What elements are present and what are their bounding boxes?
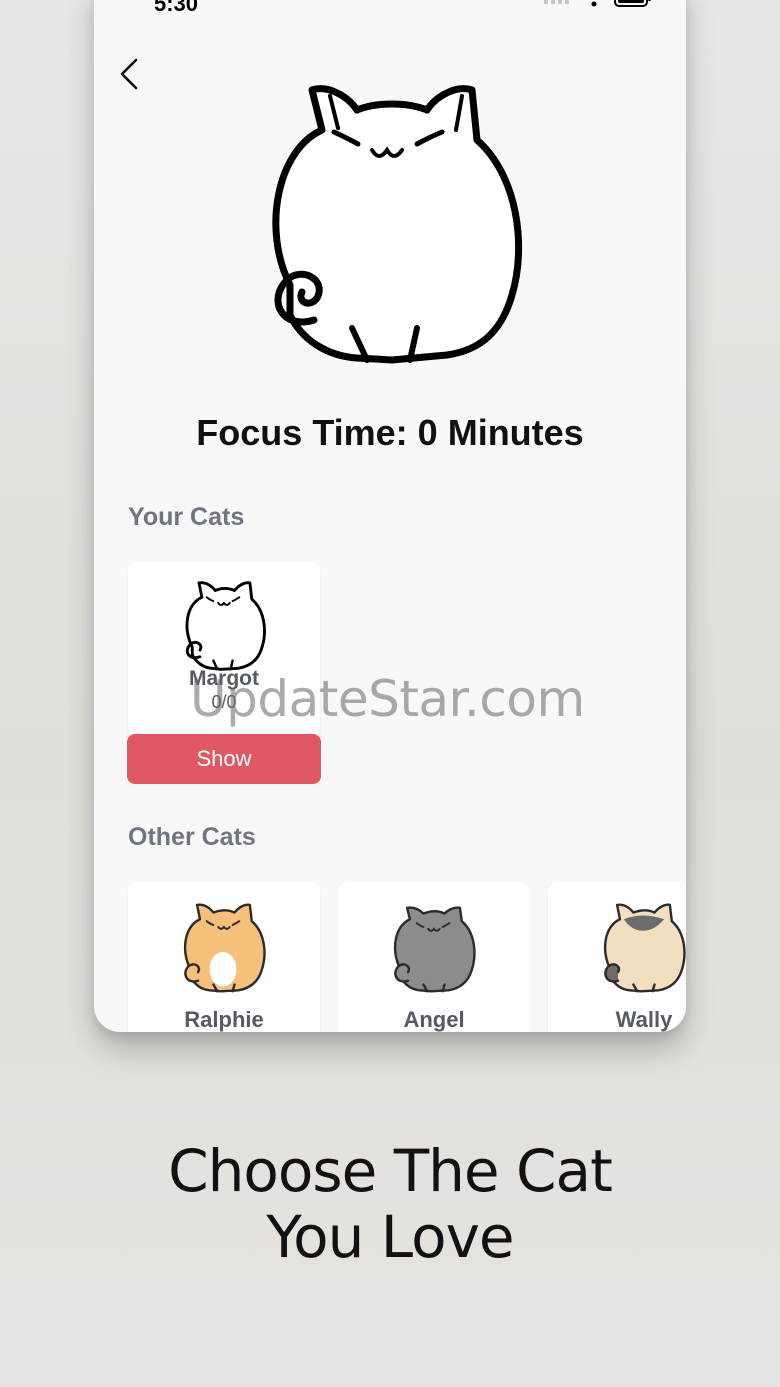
cat-name-margot: Margot (189, 667, 259, 690)
cat-avatar-margot (185, 581, 266, 671)
tagline-line-1: Choose The Cat (168, 1137, 613, 1205)
cat-avatar-angel (393, 906, 476, 993)
status-icons (544, 0, 652, 8)
tagline: Choose The Cat You Love (0, 1138, 780, 1270)
cat-avatar-ralphie (183, 903, 266, 993)
focus-time-label: Focus Time: 0 Minutes (196, 412, 584, 453)
tagline-line-2: You Love (266, 1203, 514, 1271)
hero-cat-illustration (272, 85, 523, 364)
show-button[interactable]: Show (127, 734, 321, 784)
status-time: 5:30 (154, 0, 199, 16)
cat-name-wally: Wally (615, 1007, 673, 1032)
cat-name-angel: Angel (403, 1007, 465, 1032)
cat-avatar-wally (603, 903, 686, 993)
cat-name-ralphie: Ralphie (184, 1007, 264, 1032)
cat-card-margot[interactable]: Margot 0/0 (128, 562, 320, 742)
status-bar: 5:30 (94, 0, 686, 30)
cat-progress-margot: 0/0 (211, 692, 237, 712)
cat-card-ralphie[interactable]: Ralphie (128, 882, 320, 1032)
battery-icon (614, 0, 651, 7)
signal-icon (544, 0, 569, 4)
other-cats-heading: Other Cats (128, 823, 256, 851)
chevron-left-icon (120, 58, 138, 90)
back-button[interactable] (112, 54, 148, 94)
your-cats-heading: Your Cats (128, 503, 245, 531)
cat-card-wally[interactable]: Wally (548, 882, 686, 1032)
wifi-icon (588, 0, 600, 7)
phone-screen: 5:30 Focus Time: 0 Minutes Your Cats Mar… (94, 0, 686, 1032)
cat-card-angel[interactable]: Angel (338, 882, 530, 1032)
